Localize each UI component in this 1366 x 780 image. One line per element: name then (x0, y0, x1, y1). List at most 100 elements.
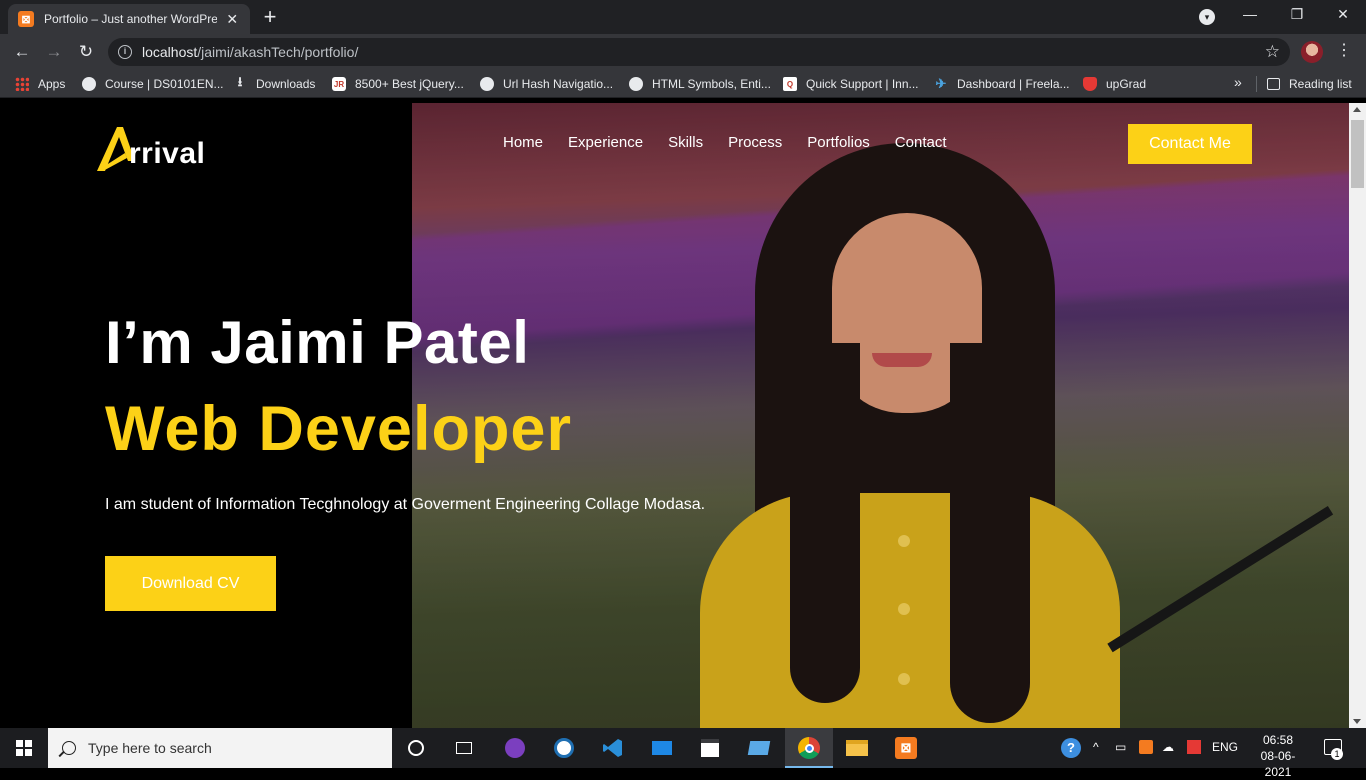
bookmark-html-symbols[interactable]: HTML Symbols, Enti... (629, 75, 771, 93)
windows-taskbar: Type here to search ⊠ ? ^ ▭ ☁ ENG 06:58 … (0, 728, 1366, 779)
notification-badge: 1 (1331, 748, 1343, 760)
gift-icon[interactable] (1187, 740, 1201, 754)
reload-button[interactable]: ↻ (75, 41, 97, 63)
bookmark-quick-support[interactable]: Q Quick Support | Inn... (783, 75, 919, 93)
bookmark-label: Dashboard | Freela... (957, 77, 1070, 91)
battery-icon[interactable]: ▭ (1115, 740, 1126, 754)
minimize-button[interactable]: — (1238, 6, 1262, 22)
portrait-dress (700, 493, 1120, 728)
cortana-circle-icon[interactable] (404, 736, 428, 760)
tab-close-icon[interactable]: ✕ (225, 11, 241, 28)
portrait-hair-left (790, 343, 860, 703)
bookmark-upgrad[interactable]: upGrad (1083, 75, 1146, 93)
hero-portrait (700, 143, 1120, 728)
page-scrollbar[interactable] (1349, 103, 1366, 728)
globe-icon (629, 77, 643, 91)
contact-me-button[interactable]: Contact Me (1128, 124, 1252, 164)
dress-button (898, 673, 910, 685)
bookmark-label: Url Hash Navigatio... (503, 77, 614, 91)
reading-list-label: Reading list (1289, 77, 1352, 91)
bookmark-downloads[interactable]: ⭳ Downloads (233, 74, 316, 93)
browser-tab-strip: ⊠ Portfolio – Just another WordPress sit… (0, 0, 1366, 34)
help-icon[interactable]: ? (1061, 738, 1081, 758)
profile-avatar[interactable] (1301, 41, 1323, 63)
bookmark-label: Downloads (256, 77, 316, 91)
scroll-up-arrow-icon[interactable] (1353, 107, 1361, 112)
reading-list-button[interactable]: Reading list (1267, 75, 1352, 93)
system-clock[interactable]: 06:58 08-06-2021 (1250, 732, 1306, 780)
logo-text: rrival (129, 137, 206, 170)
tab-title: Portfolio – Just another WordPress site (44, 12, 217, 26)
hero-role: Web Developer (105, 394, 572, 464)
tray-xampp-icon[interactable] (1139, 740, 1153, 754)
bookmark-label: HTML Symbols, Enti... (652, 77, 771, 91)
apps-grid-icon (15, 77, 29, 91)
reading-list-icon (1267, 78, 1280, 90)
nav-contact[interactable]: Contact (895, 134, 947, 151)
browser-tab-portfolio[interactable]: ⊠ Portfolio – Just another WordPress sit… (8, 4, 250, 34)
bookmark-url-hash[interactable]: Url Hash Navigatio... (480, 75, 613, 93)
nav-home[interactable]: Home (503, 134, 543, 151)
wordpress-app-icon[interactable] (552, 736, 576, 760)
quick-support-icon: Q (783, 77, 797, 91)
portfolio-page: rrival Home Experience Skills Process Po… (0, 103, 1349, 728)
site-info-icon[interactable]: i (118, 45, 132, 59)
upgrad-icon (1083, 77, 1097, 91)
search-icon (62, 741, 76, 755)
bookmark-dashboard[interactable]: ✈ Dashboard | Freela... (934, 75, 1070, 93)
new-tab-button[interactable]: + (258, 6, 282, 30)
back-button[interactable]: ← (11, 41, 33, 63)
windows-logo-icon (16, 740, 32, 756)
address-bar[interactable]: i localhost/jaimi/akashTech/portfolio/ ☆ (108, 38, 1290, 66)
nav-portfolios[interactable]: Portfolios (807, 134, 870, 151)
nav-skills[interactable]: Skills (668, 134, 703, 151)
file-explorer-icon[interactable] (845, 736, 869, 760)
url-host: localhost (142, 44, 198, 60)
forward-button[interactable]: → (43, 41, 65, 63)
github-desktop-icon[interactable] (503, 736, 527, 760)
language-indicator[interactable]: ENG (1212, 740, 1238, 754)
bookmark-label: upGrad (1106, 77, 1147, 91)
url-text[interactable]: localhost/jaimi/akashTech/portfolio/ (142, 44, 358, 60)
nav-experience[interactable]: Experience (568, 134, 643, 151)
chrome-icon[interactable] (797, 736, 821, 760)
tray-overflow-chevron-icon[interactable]: ^ (1093, 740, 1099, 754)
bookmark-jquery[interactable]: JR 8500+ Best jQuery... (332, 75, 464, 93)
maximize-button[interactable]: ❐ (1285, 6, 1309, 23)
mail-icon[interactable] (650, 736, 674, 760)
globe-icon (480, 77, 494, 91)
dress-button (898, 535, 910, 547)
browser-menu-icon[interactable]: ⋮ (1336, 40, 1352, 62)
bookmark-label: Apps (38, 77, 66, 91)
bookmarks-divider (1256, 76, 1257, 92)
browser-toolbar: ← → ↻ i localhost/jaimi/akashTech/portfo… (0, 34, 1366, 70)
network-icon[interactable]: ☁ (1162, 740, 1174, 754)
download-cv-button[interactable]: Download CV (105, 556, 276, 611)
clock-date: 08-06-2021 (1260, 749, 1296, 779)
scroll-thumb[interactable] (1351, 120, 1364, 188)
jr-icon: JR (332, 77, 346, 91)
close-window-button[interactable]: ✕ (1331, 6, 1355, 23)
globe-icon (82, 77, 96, 91)
bookmark-apps[interactable]: Apps (15, 75, 65, 93)
pc-icon[interactable] (747, 736, 771, 760)
clock-time: 06:58 (1262, 733, 1294, 747)
hero-description: I am student of Information Tecghnology … (105, 496, 706, 513)
bookmarks-bar: Apps Course | DS0101EN... ⭳ Downloads JR… (0, 70, 1366, 98)
start-button[interactable] (0, 728, 48, 768)
taskbar-search[interactable]: Type here to search (48, 728, 392, 768)
more-bookmarks-chevron-icon[interactable]: » (1234, 74, 1242, 90)
xampp-icon[interactable]: ⊠ (894, 736, 918, 760)
site-logo[interactable]: rrival (95, 123, 205, 173)
portrait-hair-right (950, 343, 1030, 723)
tab-search-chevron-icon[interactable]: ▾ (1199, 9, 1215, 25)
bookmark-label: 8500+ Best jQuery... (355, 77, 464, 91)
scroll-down-arrow-icon[interactable] (1353, 719, 1361, 724)
task-view-icon[interactable] (452, 736, 476, 760)
vscode-icon[interactable] (601, 736, 625, 760)
store-icon[interactable] (698, 736, 722, 760)
bookmark-star-icon[interactable]: ☆ (1265, 42, 1280, 62)
bookmark-course[interactable]: Course | DS0101EN... (82, 75, 224, 93)
nav-process[interactable]: Process (728, 134, 782, 151)
bird-icon: ✈ (935, 76, 947, 91)
